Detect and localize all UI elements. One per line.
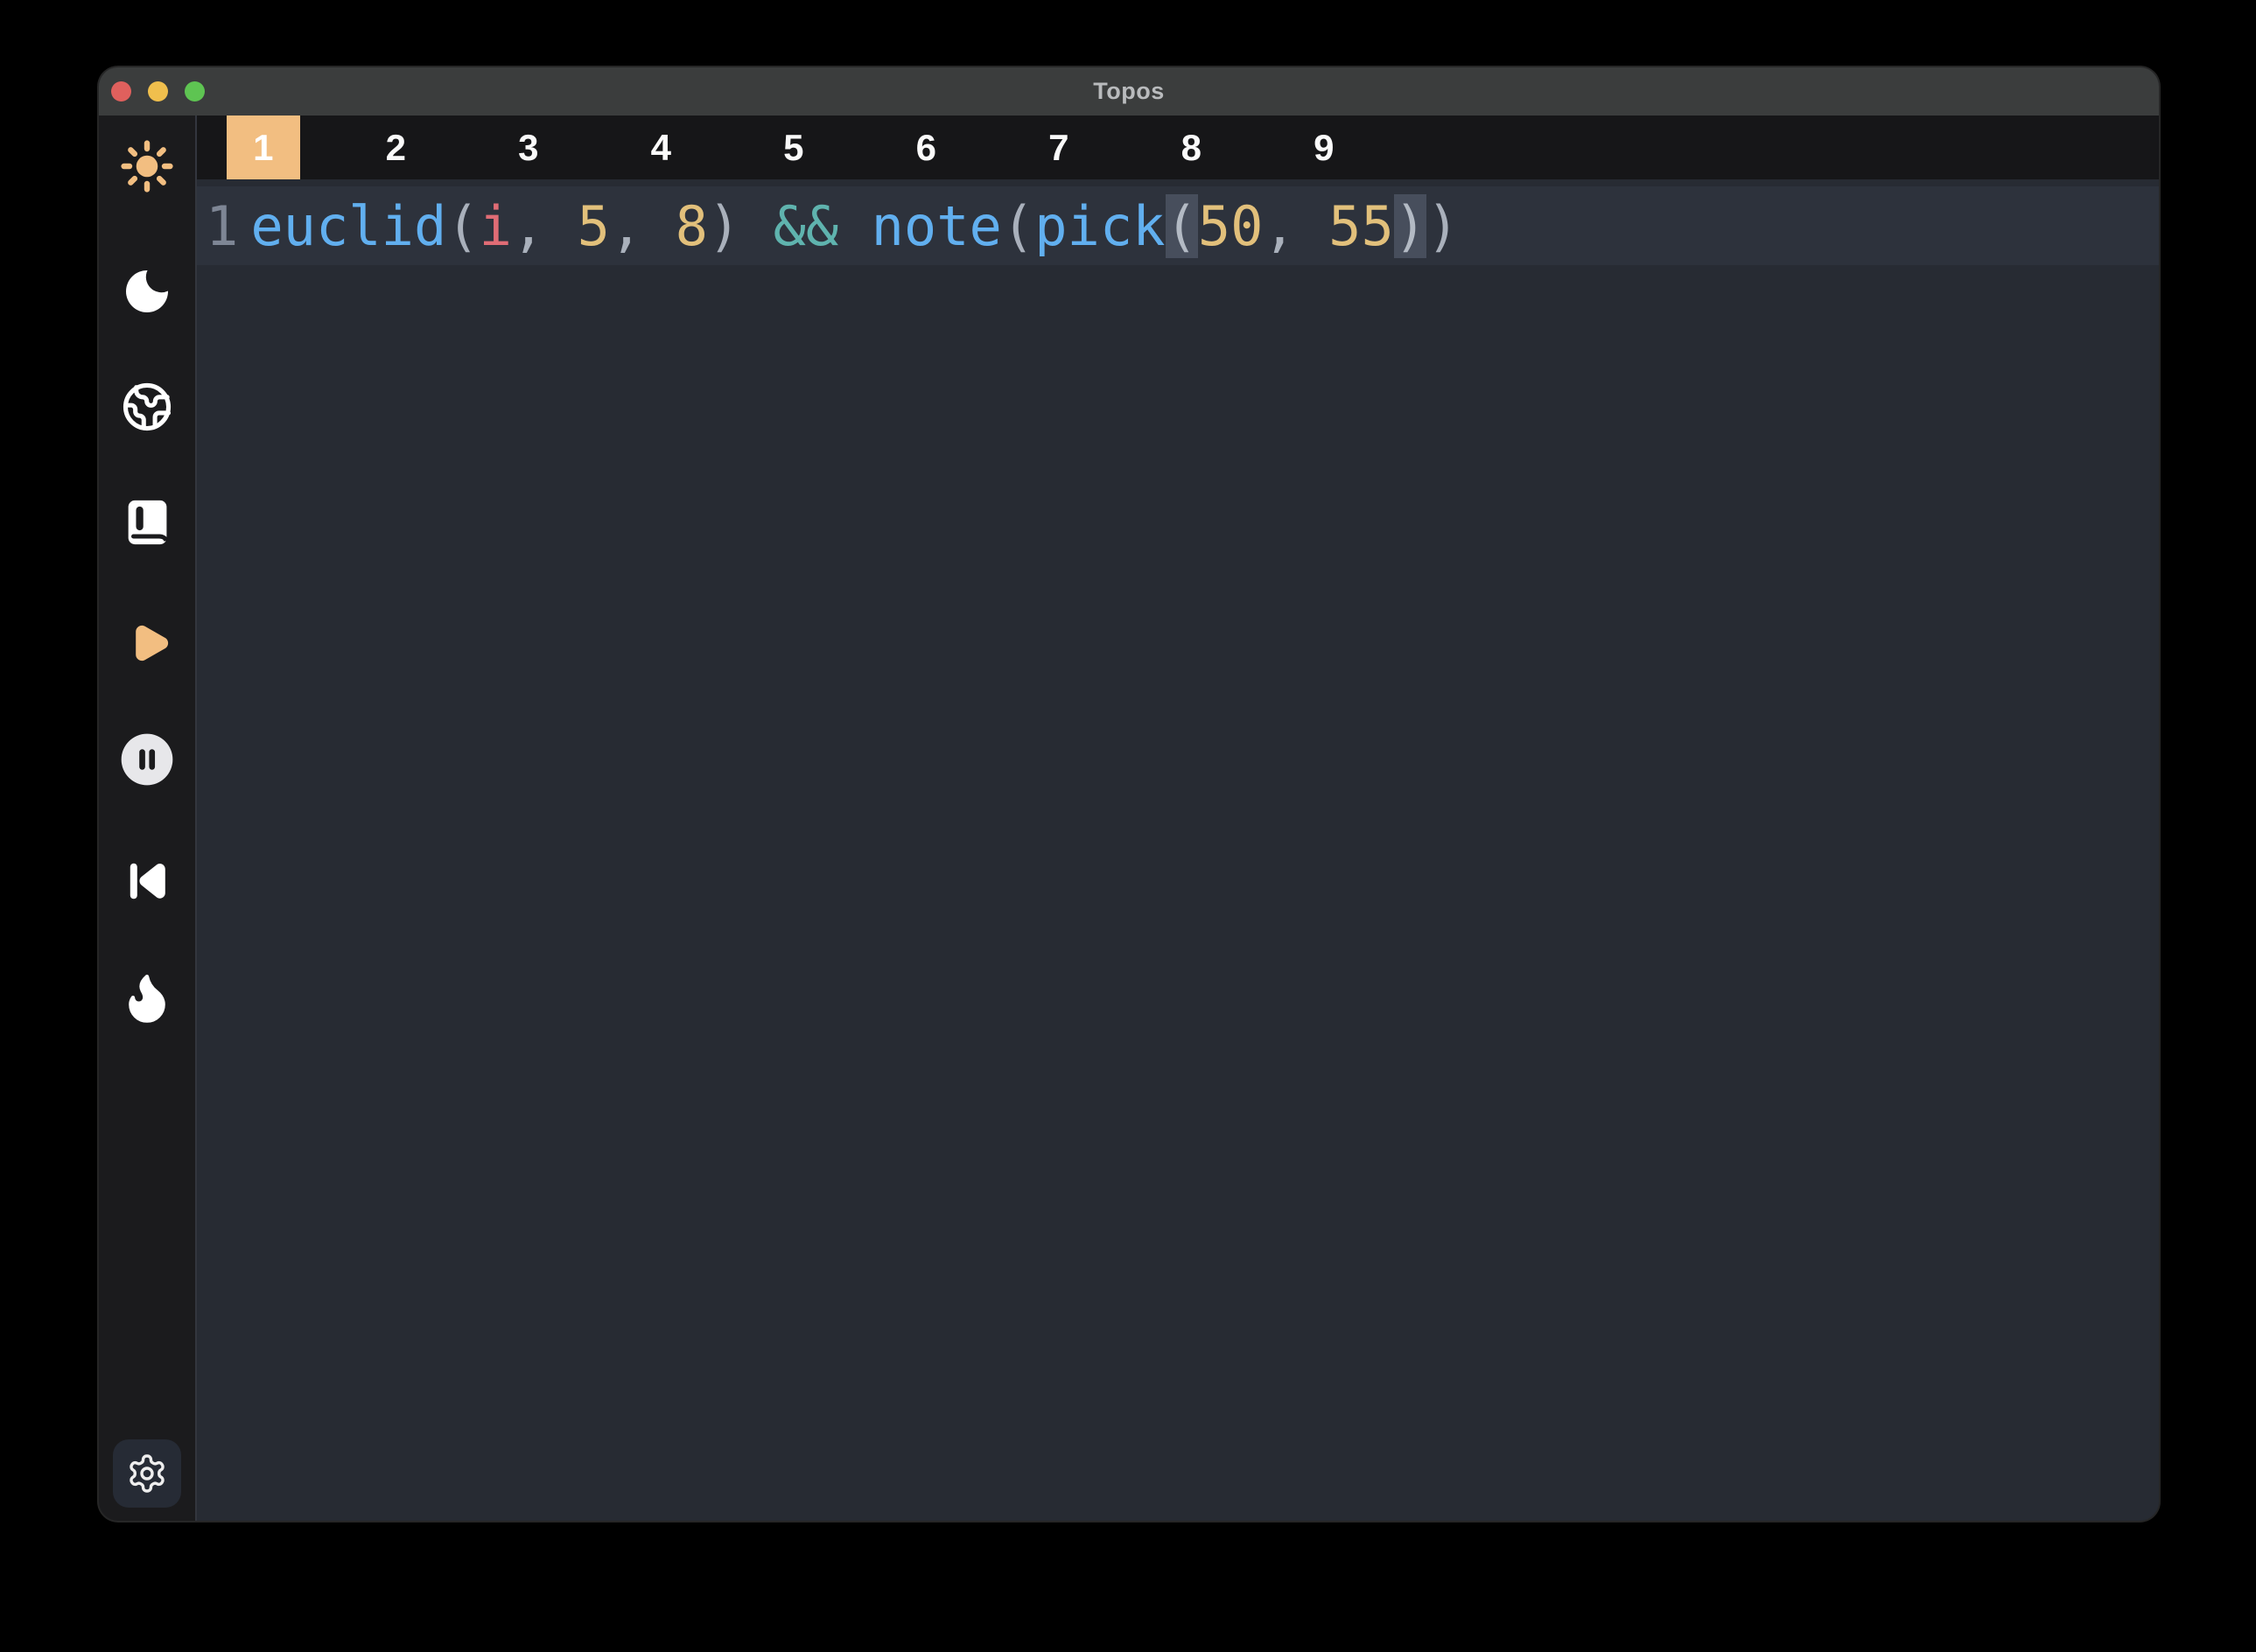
tab-label: 4 <box>624 116 697 179</box>
skip-back-icon <box>119 853 175 909</box>
book-icon <box>119 494 175 550</box>
code-token: , <box>1264 194 1329 258</box>
play-icon <box>119 615 175 671</box>
globe-icon <box>119 379 175 435</box>
tab-label: 9 <box>1287 116 1361 179</box>
sidebar-item-light-theme[interactable] <box>119 138 175 194</box>
sidebar-item-flame[interactable] <box>119 970 175 1026</box>
zoom-button[interactable] <box>185 81 205 102</box>
traffic-lights <box>111 67 205 116</box>
close-button[interactable] <box>111 81 131 102</box>
tab-8[interactable]: 8 <box>1125 116 1258 179</box>
code-token: 8 <box>676 194 708 258</box>
code-token: i <box>480 194 512 258</box>
code-token: 5 <box>578 194 610 258</box>
flame-icon <box>119 970 175 1026</box>
tab-6[interactable]: 6 <box>860 116 993 179</box>
active-code-line[interactable]: 1 euclid(i, 5, 8) && note(pick(50, 55)) <box>197 186 2159 265</box>
code-token <box>838 194 871 258</box>
sidebar-item-dark-theme[interactable] <box>119 263 175 319</box>
code-token: pick <box>1034 194 1165 258</box>
code-token <box>740 194 773 258</box>
code-token: ) <box>1426 194 1459 258</box>
tab-label: 2 <box>359 116 432 179</box>
tab-label: 1 <box>227 116 300 179</box>
code-token: ( <box>1002 194 1034 258</box>
sidebar-item-globe[interactable] <box>119 379 175 435</box>
moon-icon <box>119 263 175 319</box>
sidebar-item-play[interactable] <box>119 615 175 671</box>
sidebar-item-pause[interactable] <box>119 732 175 788</box>
title-bar[interactable]: Topos <box>99 67 2159 116</box>
minimize-button[interactable] <box>148 81 168 102</box>
tab-5[interactable]: 5 <box>727 116 860 179</box>
settings-button[interactable] <box>113 1439 181 1508</box>
code-token: ) <box>708 194 740 258</box>
code-token: ) <box>1394 194 1426 258</box>
code-content: euclid(i, 5, 8) && note(pick(50, 55)) <box>250 194 1459 258</box>
tab-bar: 123456789 <box>197 116 2159 179</box>
tab-3[interactable]: 3 <box>462 116 595 179</box>
window-body: 123456789 1 euclid(i, 5, 8) && note(pick… <box>99 116 2159 1521</box>
code-token: && <box>774 194 839 258</box>
topos-window: Topos <box>99 67 2159 1521</box>
tab-9[interactable]: 9 <box>1258 116 1391 179</box>
code-token: ( <box>446 194 479 258</box>
code-editor[interactable]: 1 euclid(i, 5, 8) && note(pick(50, 55)) <box>197 179 2159 1521</box>
sidebar-item-skip-back[interactable] <box>119 853 175 909</box>
tab-label: 5 <box>757 116 830 179</box>
code-token: 55 <box>1328 194 1394 258</box>
tab-4[interactable]: 4 <box>595 116 728 179</box>
code-token: , <box>512 194 578 258</box>
pause-icon <box>119 732 175 788</box>
line-number: 1 <box>197 194 238 258</box>
code-token: ( <box>1166 194 1198 258</box>
tab-label: 6 <box>889 116 963 179</box>
code-token: 50 <box>1198 194 1264 258</box>
window-title: Topos <box>1093 78 1164 105</box>
tab-2[interactable]: 2 <box>330 116 463 179</box>
desktop-background: Topos <box>0 0 2256 1652</box>
code-token: note <box>872 194 1002 258</box>
sidebar <box>99 116 197 1521</box>
tab-label: 8 <box>1154 116 1228 179</box>
editor-pane: 123456789 1 euclid(i, 5, 8) && note(pick… <box>197 116 2159 1521</box>
code-token: , <box>610 194 676 258</box>
tab-7[interactable]: 7 <box>992 116 1125 179</box>
tab-label: 7 <box>1022 116 1096 179</box>
sidebar-item-book[interactable] <box>119 494 175 550</box>
tab-1[interactable]: 1 <box>197 116 330 179</box>
tab-label: 3 <box>492 116 565 179</box>
gear-icon <box>126 1452 168 1494</box>
sun-icon <box>119 138 175 194</box>
code-token: euclid <box>250 194 446 258</box>
